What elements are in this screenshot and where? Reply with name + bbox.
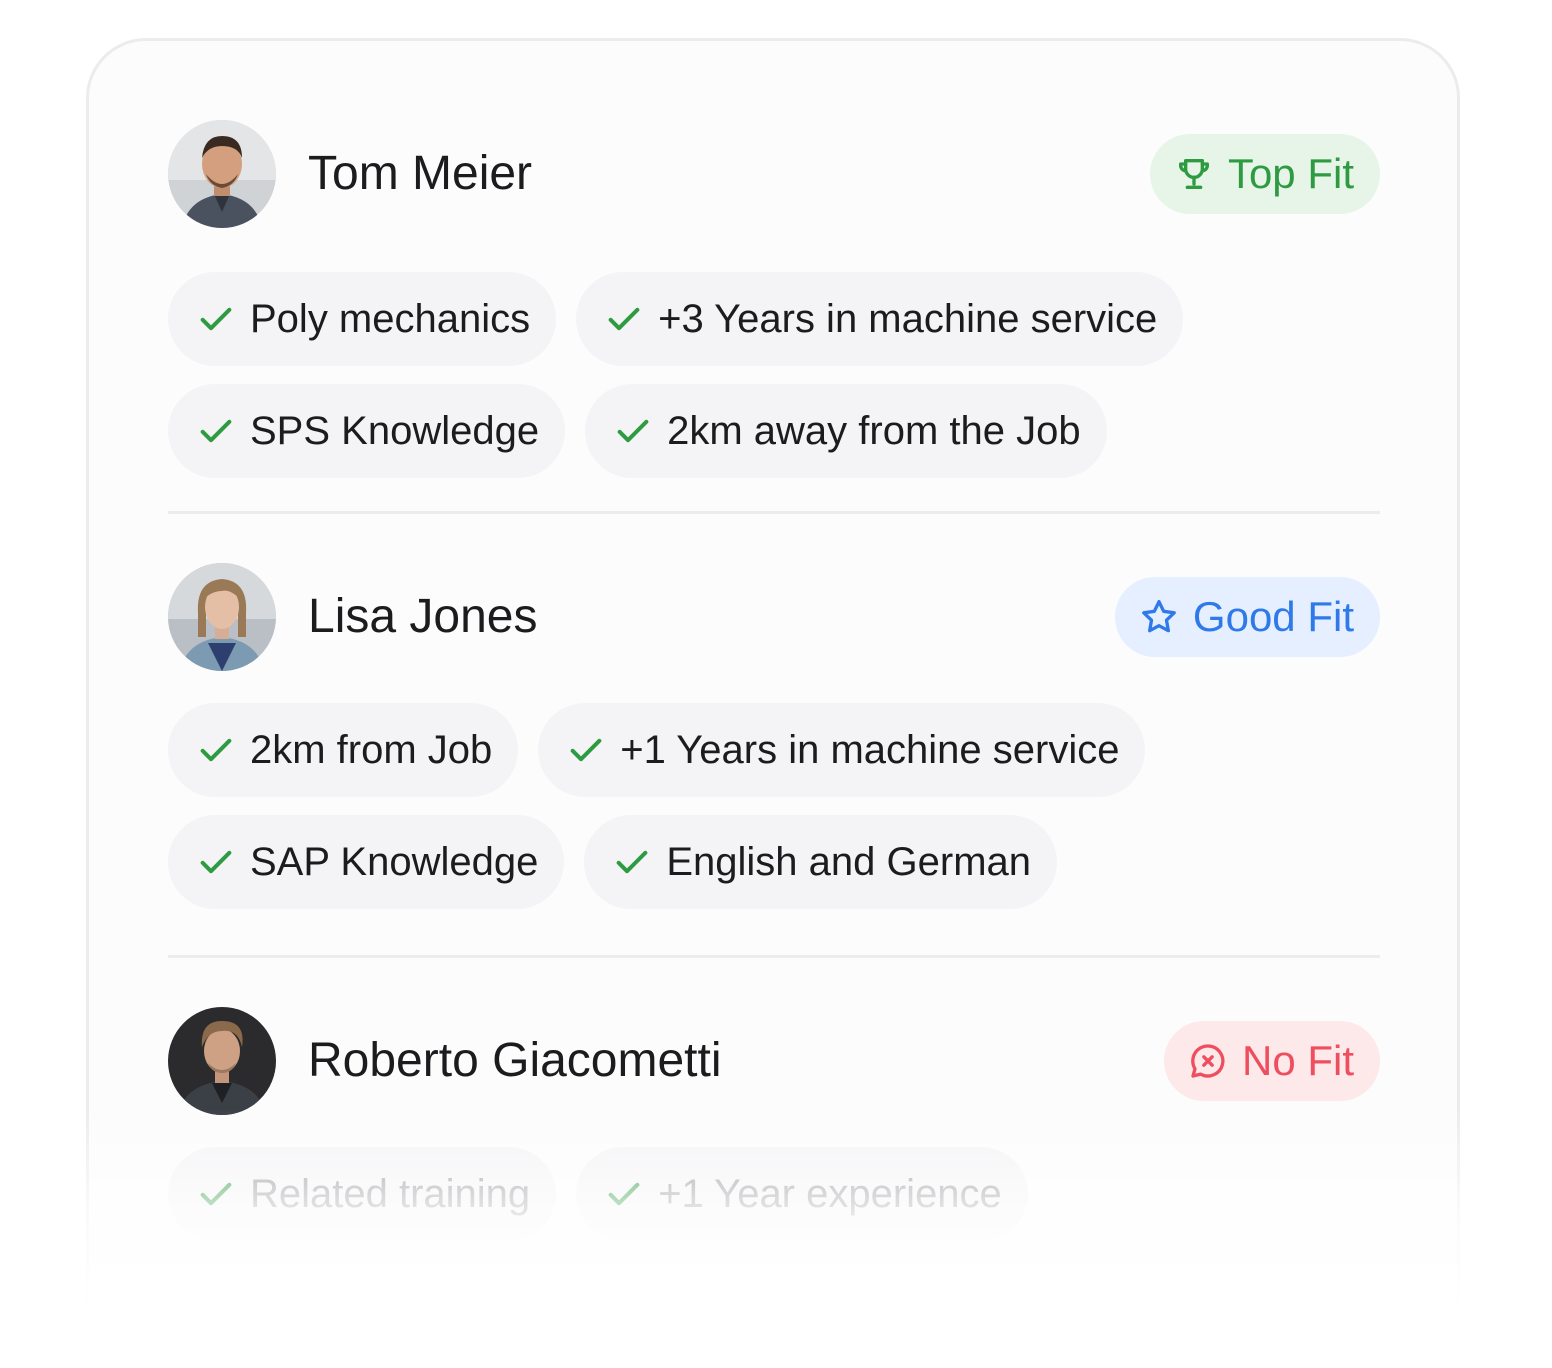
skill-tag: +1 Years in machine service [538, 703, 1146, 797]
tag-label: +3 Years in machine service [658, 296, 1158, 341]
badge-label: Good Fit [1192, 593, 1354, 640]
fit-badge-top[interactable]: Top Fit [1149, 134, 1380, 214]
tag-label: Poly mechanics [250, 296, 531, 341]
candidate-item[interactable]: Roberto Giacometti No Fit Related traini… [168, 1007, 1380, 1241]
check-icon [196, 411, 236, 451]
skill-tag: +3 Years in machine service [576, 272, 1184, 366]
fit-badge-no[interactable]: No Fit [1163, 1021, 1380, 1101]
divider [168, 955, 1380, 958]
candidate-header: Roberto Giacometti No Fit [168, 1007, 1380, 1115]
check-icon [196, 842, 236, 882]
skill-tag: SPS Knowledge [168, 384, 566, 478]
check-icon [196, 1174, 236, 1214]
tag-label: 2km away from the Job [667, 408, 1081, 453]
skill-tag: Poly mechanics [168, 272, 557, 366]
avatar[interactable] [168, 120, 276, 228]
candidate-name: Lisa Jones [308, 590, 538, 643]
check-icon [196, 730, 236, 770]
tag-label: SAP Knowledge [250, 839, 539, 884]
tag-label: 2km from Job [250, 727, 493, 772]
skill-tag: Related training [168, 1147, 557, 1241]
candidate-name: Tom Meier [308, 147, 533, 200]
skill-tag: +1 Year experience [576, 1147, 1028, 1241]
check-icon [196, 299, 236, 339]
avatar[interactable] [168, 1007, 276, 1115]
skill-tag: 2km from Job [168, 703, 519, 797]
tag-label: +1 Years in machine service [620, 727, 1120, 772]
tag-row: SPS Knowledge 2km away from the Job [168, 384, 1107, 478]
skill-tag: English and German [584, 815, 1058, 909]
tag-row: Related training +1 Year experience [168, 1147, 1028, 1241]
tag-row: Poly mechanics +3 Years in machine servi… [168, 272, 1184, 366]
tag-label: SPS Knowledge [250, 408, 540, 453]
tag-label: +1 Year experience [658, 1171, 1002, 1216]
candidate-item[interactable]: Tom Meier Top Fit Poly mechanics +3 Year… [168, 120, 1380, 478]
tag-row: 2km from Job +1 Years in machine service [168, 703, 1146, 797]
badge-label: Top Fit [1227, 150, 1354, 197]
avatar[interactable] [168, 563, 276, 671]
candidate-name: Roberto Giacometti [308, 1034, 722, 1087]
candidate-header: Tom Meier Top Fit [168, 120, 1380, 228]
stage: Tom Meier Top Fit Poly mechanics +3 Year… [0, 0, 1552, 1368]
candidate-header: Lisa Jones Good Fit [168, 563, 1380, 671]
tag-row: SAP Knowledge English and German [168, 815, 1058, 909]
check-icon [604, 1174, 644, 1214]
fit-badge-good[interactable]: Good Fit [1114, 577, 1380, 657]
badge-label: No Fit [1241, 1037, 1354, 1084]
skill-tag: SAP Knowledge [168, 815, 565, 909]
tag-label: English and German [666, 839, 1032, 884]
star-icon [1139, 597, 1179, 637]
tag-label: Related training [250, 1171, 531, 1216]
candidate-item[interactable]: Lisa Jones Good Fit 2km from Job +1 Year… [168, 563, 1380, 909]
check-icon [604, 299, 644, 339]
trophy-icon [1174, 154, 1214, 194]
skill-tag: 2km away from the Job [585, 384, 1107, 478]
check-icon [566, 730, 606, 770]
check-icon [613, 411, 653, 451]
message-x-icon [1188, 1041, 1228, 1081]
check-icon [612, 842, 652, 882]
divider [168, 511, 1380, 514]
